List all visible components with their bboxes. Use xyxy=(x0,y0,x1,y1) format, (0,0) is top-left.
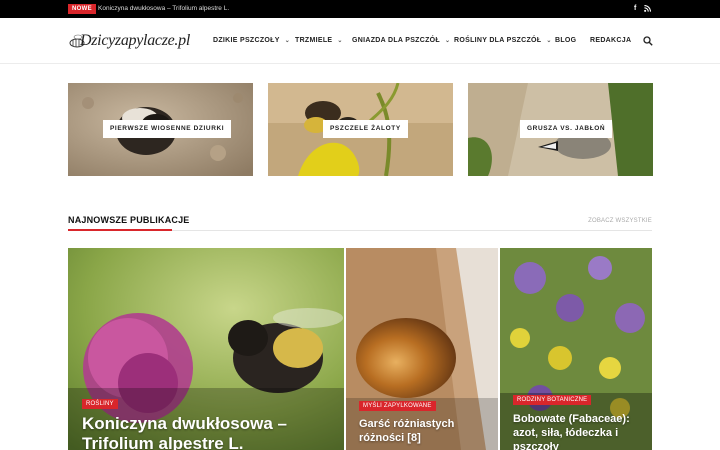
see-all-link[interactable]: ZOBACZ WSZYSTKIE xyxy=(588,218,652,224)
news-ticker-link[interactable]: Koniczyna dwukłosowa – Trifolium alpestr… xyxy=(98,4,229,14)
featured-label: PIERWSZE WIOSENNE DZIURKI xyxy=(103,120,232,138)
rss-icon[interactable] xyxy=(644,3,652,17)
top-bar: NOWE Koniczyna dwukłosowa – Trifolium al… xyxy=(0,0,720,18)
category-badge[interactable]: ROŚLINY xyxy=(82,399,118,409)
post-title-line: Garść różniastych xyxy=(359,418,455,430)
post-title[interactable]: Garść różniastych różności [8] xyxy=(359,417,454,445)
nav-gniazda[interactable]: GNIAZDA DLA PSZCZÓŁ ⌄ xyxy=(352,37,450,44)
featured-label: GRUSZA VS. JABŁOŃ xyxy=(520,120,613,138)
chevron-down-icon: ⌄ xyxy=(546,38,552,44)
post-title-line: pszczoły xyxy=(513,441,559,450)
post-title-line: Koniczyna dwukłosowa – xyxy=(82,414,287,433)
featured-card-3[interactable]: GRUSZA VS. JABŁOŃ xyxy=(468,83,653,176)
post-card[interactable]: MYŚLI ZAPYLKOWANE Garść różniastych różn… xyxy=(346,248,498,450)
nav-rosliny[interactable]: ROŚLINY DLA PSZCZÓŁ ⌄ xyxy=(454,37,552,44)
section-title-underline xyxy=(68,229,172,231)
post-title-line: Trifolium alpestre L. xyxy=(82,434,244,450)
featured-card-1[interactable]: PIERWSZE WIOSENNE DZIURKI xyxy=(68,83,253,176)
search-icon[interactable] xyxy=(643,36,653,46)
category-badge[interactable]: RODZINY BOTANICZNE xyxy=(513,395,592,405)
logo-text: Dzicyzapylacze.pl xyxy=(80,32,190,49)
nav-blog[interactable]: BLOG xyxy=(555,37,576,44)
news-badge: NOWE xyxy=(68,4,96,14)
section-title: NAJNOWSZE PUBLIKACJE xyxy=(68,215,190,225)
facebook-icon[interactable]: f xyxy=(634,3,636,15)
featured-label: PSZCZELE ŻALOTY xyxy=(323,120,408,138)
post-title-line: azot, siła, łódeczka i xyxy=(513,427,619,439)
post-title-line: różności [8] xyxy=(359,432,421,444)
post-title-line: Bobowate (Fabaceae): xyxy=(513,413,630,425)
post-card[interactable]: RODZINY BOTANICZNE Bobowate (Fabaceae): … xyxy=(500,248,652,450)
post-title[interactable]: Koniczyna dwukłosowa – Trifolium alpestr… xyxy=(82,414,287,450)
featured-card-2[interactable]: PSZCZELE ŻALOTY xyxy=(268,83,453,176)
site-logo[interactable]: Dzicyzapylacze.pl xyxy=(68,30,190,54)
post-card-large[interactable]: ROŚLINY Koniczyna dwukłosowa – Trifolium… xyxy=(68,248,344,450)
nav-redakcja[interactable]: REDAKCJA xyxy=(590,37,631,44)
post-title[interactable]: Bobowate (Fabaceae): azot, siła, łódeczk… xyxy=(513,412,630,450)
site-header: Dzicyzapylacze.pl DZIKIE PSZCZOŁY ⌄ TRZMI… xyxy=(0,18,720,64)
nav-trzmiele[interactable]: TRZMIELE ⌄ xyxy=(295,37,343,44)
chevron-down-icon: ⌄ xyxy=(445,38,451,44)
chevron-down-icon: ⌄ xyxy=(284,38,291,44)
chevron-down-icon: ⌄ xyxy=(337,38,343,44)
category-badge[interactable]: MYŚLI ZAPYLKOWANE xyxy=(359,401,436,411)
nav-dzikie-pszczoly[interactable]: DZIKIE PSZCZOŁY ⌄ xyxy=(213,37,290,44)
